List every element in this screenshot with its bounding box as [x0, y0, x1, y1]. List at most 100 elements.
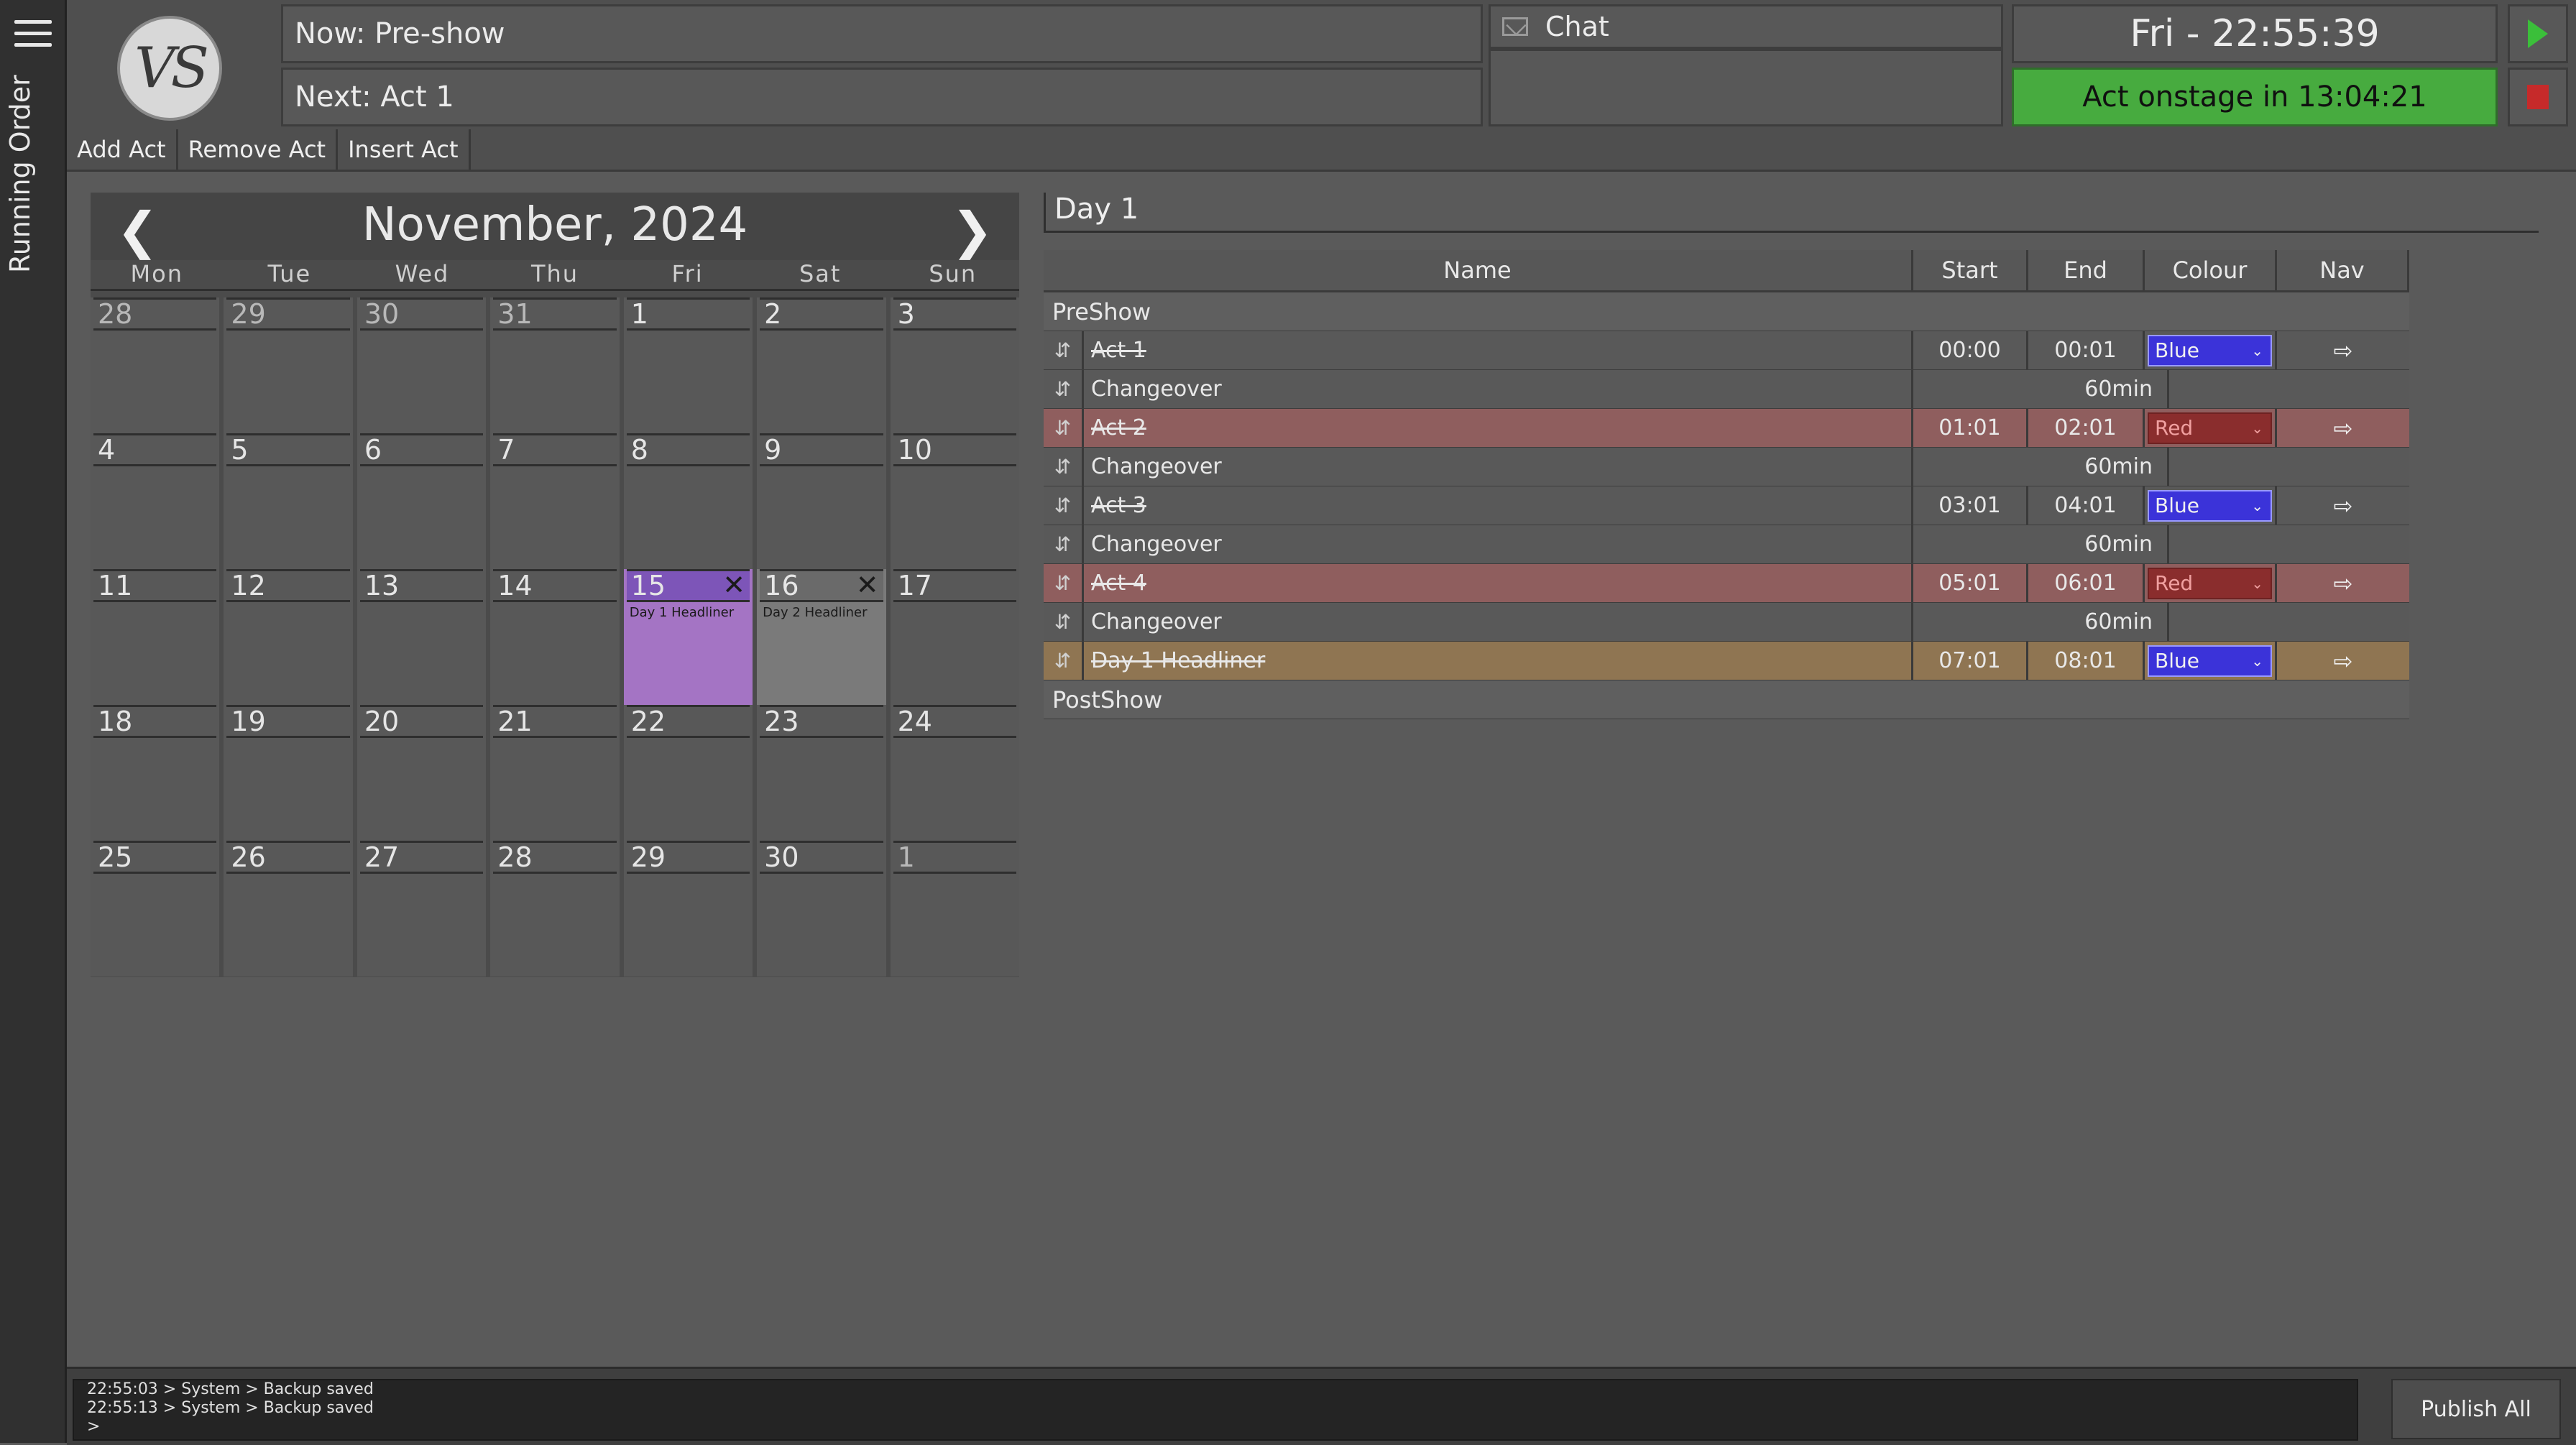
- act-end[interactable]: 00:01: [2028, 331, 2145, 369]
- calendar-day[interactable]: 28: [91, 297, 220, 433]
- calendar-day[interactable]: 14: [490, 569, 620, 705]
- console-log[interactable]: 22:55:03 > System > Backup saved 22:55:13…: [73, 1379, 2358, 1441]
- drag-handle-icon[interactable]: ⇵: [1044, 331, 1084, 369]
- calendar-day[interactable]: 3: [890, 297, 1019, 433]
- event-label[interactable]: Day 2 Headliner: [763, 605, 867, 620]
- calendar-day[interactable]: 21: [490, 705, 620, 841]
- act-name[interactable]: Act 3: [1084, 486, 1913, 525]
- calendar-day[interactable]: 26: [224, 841, 353, 977]
- calendar-day[interactable]: 10: [890, 433, 1019, 569]
- act-start[interactable]: 01:01: [1913, 409, 2028, 447]
- act-end[interactable]: 06:01: [2028, 564, 2145, 602]
- drag-handle-icon[interactable]: ⇵: [1044, 486, 1084, 525]
- act-name[interactable]: Act 2: [1084, 409, 1913, 447]
- changeover-row[interactable]: ⇵ Changeover 60min: [1044, 448, 2409, 486]
- calendar-day[interactable]: 7: [490, 433, 620, 569]
- drag-handle-icon[interactable]: ⇵: [1044, 564, 1084, 602]
- chat-box[interactable]: [1489, 49, 2003, 126]
- calendar-day[interactable]: 25: [91, 841, 220, 977]
- calendar-day[interactable]: 31: [490, 297, 620, 433]
- drag-handle-icon[interactable]: ⇵: [1044, 603, 1084, 641]
- insert-act-button[interactable]: Insert Act: [338, 129, 471, 170]
- publish-all-button[interactable]: Publish All: [2391, 1379, 2561, 1439]
- drag-handle-icon[interactable]: ⇵: [1044, 448, 1084, 486]
- changeover-duration[interactable]: 60min: [1913, 603, 2169, 641]
- col-colour[interactable]: Colour: [2145, 250, 2277, 290]
- nav-arrow-icon[interactable]: ⇨: [2277, 415, 2409, 442]
- calendar-day[interactable]: 29: [224, 297, 353, 433]
- col-start[interactable]: Start: [1913, 250, 2028, 290]
- calendar-day[interactable]: 12: [224, 569, 353, 705]
- calendar-day[interactable]: 20: [356, 705, 487, 841]
- postshow-row[interactable]: PostShow: [1044, 680, 2409, 719]
- act-row[interactable]: ⇵ Act 2 01:01 02:01 Red ⌄ ⇨: [1044, 409, 2409, 448]
- calendar-day[interactable]: 13: [356, 569, 487, 705]
- act-row[interactable]: ⇵ Day 1 Headliner 07:01 08:01 Blue ⌄ ⇨: [1044, 642, 2409, 680]
- changeover-row[interactable]: ⇵ Changeover 60min: [1044, 370, 2409, 409]
- play-button[interactable]: [2508, 4, 2568, 63]
- act-name[interactable]: Act 4: [1084, 564, 1913, 602]
- drag-handle-icon[interactable]: ⇵: [1044, 409, 1084, 447]
- colour-select[interactable]: Red ⌄: [2148, 412, 2272, 444]
- calendar-day[interactable]: 11: [91, 569, 220, 705]
- col-nav[interactable]: Nav: [2277, 250, 2409, 290]
- changeover-duration[interactable]: 60min: [1913, 448, 2169, 486]
- nav-arrow-icon[interactable]: ⇨: [2277, 492, 2409, 520]
- colour-select[interactable]: Red ⌄: [2148, 567, 2272, 599]
- chevron-right-icon[interactable]: ❯: [951, 201, 993, 260]
- calendar-day[interactable]: 9: [757, 433, 886, 569]
- act-end[interactable]: 04:01: [2028, 486, 2145, 525]
- calendar-day[interactable]: 8: [623, 433, 753, 569]
- calendar-day[interactable]: 4: [91, 433, 220, 569]
- act-row[interactable]: ⇵ Act 3 03:01 04:01 Blue ⌄ ⇨: [1044, 486, 2409, 525]
- chat-header[interactable]: Chat: [1489, 4, 2003, 49]
- nav-arrow-icon[interactable]: ⇨: [2277, 337, 2409, 364]
- calendar-day[interactable]: 30: [757, 841, 886, 977]
- col-name[interactable]: Name: [1044, 250, 1913, 290]
- act-start[interactable]: 00:00: [1913, 331, 2028, 369]
- close-icon[interactable]: ✕: [856, 571, 879, 599]
- act-row[interactable]: ⇵ Act 4 05:01 06:01 Red ⌄ ⇨: [1044, 564, 2409, 603]
- calendar-day[interactable]: 30: [356, 297, 487, 433]
- nav-arrow-icon[interactable]: ⇨: [2277, 647, 2409, 675]
- colour-select[interactable]: Blue ⌄: [2148, 489, 2272, 522]
- calendar-day[interactable]: 29: [623, 841, 753, 977]
- act-name[interactable]: Act 1: [1084, 331, 1913, 369]
- changeover-row[interactable]: ⇵ Changeover 60min: [1044, 603, 2409, 642]
- calendar-day[interactable]: 24: [890, 705, 1019, 841]
- calendar-day[interactable]: 17: [890, 569, 1019, 705]
- calendar-day[interactable]: 5: [224, 433, 353, 569]
- calendar-day[interactable]: 22: [623, 705, 753, 841]
- calendar-day[interactable]: 23: [757, 705, 886, 841]
- act-row[interactable]: ⇵ Act 1 00:00 00:01 Blue ⌄ ⇨: [1044, 331, 2409, 370]
- calendar-day[interactable]: 19: [224, 705, 353, 841]
- nav-arrow-icon[interactable]: ⇨: [2277, 570, 2409, 597]
- calendar-day[interactable]: 15 ✕ Day 1 Headliner: [623, 569, 753, 705]
- calendar-day[interactable]: 28: [490, 841, 620, 977]
- colour-select[interactable]: Blue ⌄: [2148, 334, 2272, 366]
- sidebar-label[interactable]: Running Order: [4, 75, 36, 273]
- calendar-day[interactable]: 18: [91, 705, 220, 841]
- menu-icon[interactable]: [14, 20, 52, 49]
- changeover-row[interactable]: ⇵ Changeover 60min: [1044, 525, 2409, 564]
- colour-select[interactable]: Blue ⌄: [2148, 645, 2272, 677]
- calendar-day[interactable]: 6: [356, 433, 487, 569]
- close-icon[interactable]: ✕: [722, 571, 745, 599]
- act-name[interactable]: Day 1 Headliner: [1084, 642, 1913, 680]
- remove-act-button[interactable]: Remove Act: [178, 129, 339, 170]
- calendar-day[interactable]: 1: [623, 297, 753, 433]
- calendar-day[interactable]: 2: [757, 297, 886, 433]
- preshow-row[interactable]: PreShow: [1044, 292, 2409, 331]
- act-end[interactable]: 08:01: [2028, 642, 2145, 680]
- act-start[interactable]: 05:01: [1913, 564, 2028, 602]
- stop-button[interactable]: [2508, 68, 2568, 126]
- drag-handle-icon[interactable]: ⇵: [1044, 370, 1084, 408]
- drag-handle-icon[interactable]: ⇵: [1044, 642, 1084, 680]
- event-label[interactable]: Day 1 Headliner: [630, 605, 734, 620]
- changeover-duration[interactable]: 60min: [1913, 370, 2169, 408]
- add-act-button[interactable]: Add Act: [67, 129, 178, 170]
- act-start[interactable]: 07:01: [1913, 642, 2028, 680]
- changeover-duration[interactable]: 60min: [1913, 525, 2169, 563]
- calendar-day[interactable]: 1: [890, 841, 1019, 977]
- drag-handle-icon[interactable]: ⇵: [1044, 525, 1084, 563]
